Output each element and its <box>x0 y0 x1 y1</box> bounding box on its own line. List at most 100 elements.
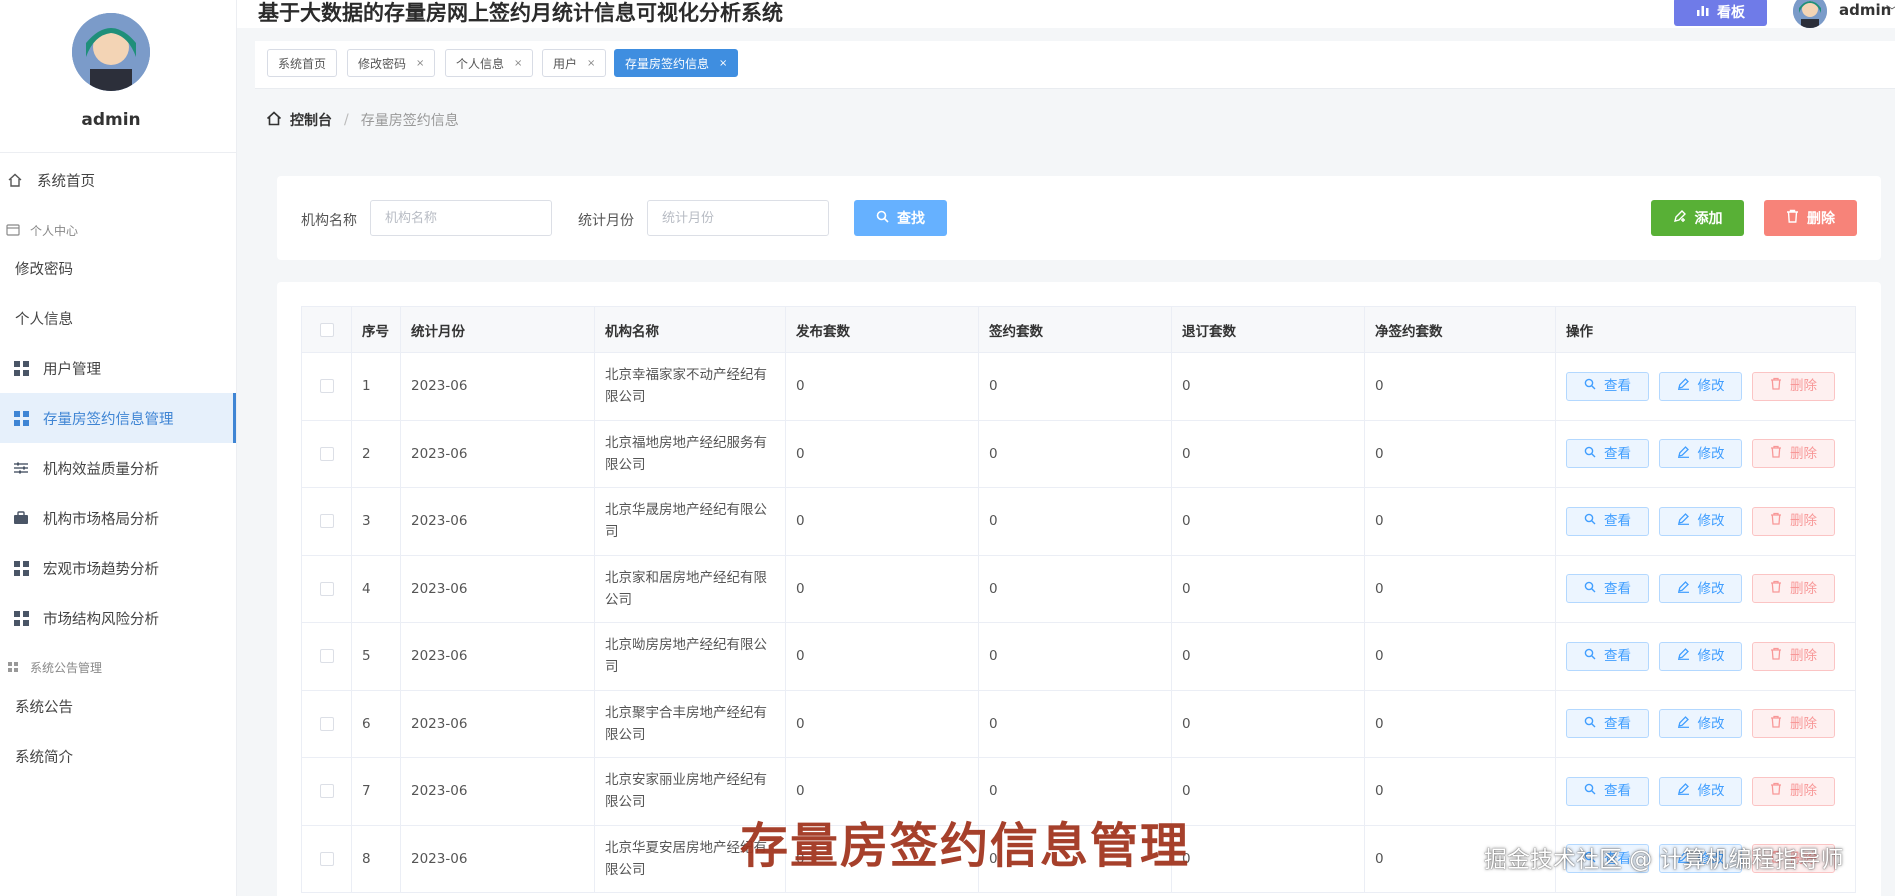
close-icon[interactable]: × <box>416 58 424 69</box>
cancelled-cell: 0 <box>1171 689 1365 758</box>
header-avatar[interactable] <box>1793 0 1827 28</box>
add-button[interactable]: 添加 <box>1651 200 1744 236</box>
sidebar-item-profile[interactable]: 个人信息 <box>0 293 236 343</box>
home-icon[interactable] <box>266 110 282 130</box>
sidebar-item-market-pattern[interactable]: 机构市场格局分析 <box>0 493 236 543</box>
view-button-label: 查看 <box>1604 378 1631 395</box>
net-signed-cell: 0 <box>1364 487 1556 556</box>
trash-icon <box>1770 780 1782 802</box>
row-checkbox[interactable] <box>319 514 334 529</box>
view-button-label: 查看 <box>1604 783 1631 800</box>
row-checkbox[interactable] <box>319 446 334 461</box>
org-name-input[interactable] <box>370 200 552 236</box>
delete-button[interactable]: 删除 <box>1752 506 1835 536</box>
row-checkbox[interactable] <box>319 581 334 596</box>
tag-users[interactable]: 用户 × <box>542 49 607 77</box>
sidebar-group-personal[interactable]: 个人中心 <box>6 218 78 242</box>
delete-button[interactable]: 删除 <box>1752 776 1835 806</box>
close-icon[interactable]: × <box>719 58 727 69</box>
breadcrumb: 控制台 / 存量房签约信息 <box>266 110 459 130</box>
header-username[interactable]: admin <box>1839 1 1891 19</box>
board-button[interactable]: 看板 <box>1674 0 1767 26</box>
edit-button[interactable]: 修改 <box>1659 574 1742 604</box>
view-button[interactable]: 查看 <box>1566 439 1649 469</box>
row-checkbox[interactable] <box>319 716 334 731</box>
row-checkbox[interactable] <box>319 851 334 866</box>
month-input[interactable] <box>647 200 829 236</box>
board-button-label: 看板 <box>1717 5 1745 21</box>
sidebar-item-intro[interactable]: 系统简介 <box>0 731 236 781</box>
add-button-label: 添加 <box>1694 211 1723 227</box>
delete-button[interactable]: 删除 <box>1752 574 1835 604</box>
row-checkbox[interactable] <box>319 784 334 799</box>
org-name-cell: 北京幸福家家不动产经纪有限公司 <box>594 352 786 421</box>
actions-cell: 查看 修改 删除 <box>1555 352 1856 421</box>
sidebar-group-notice[interactable]: 系统公告管理 <box>6 655 102 679</box>
view-button[interactable]: 查看 <box>1566 506 1649 536</box>
sidebar-username: admin <box>81 110 141 130</box>
edit-button[interactable]: 修改 <box>1659 641 1742 671</box>
view-button[interactable]: 查看 <box>1566 641 1649 671</box>
avatar[interactable] <box>72 13 150 91</box>
delete-button-label: 删除 <box>1790 513 1817 530</box>
tags-bar: 系统首页 修改密码 × 个人信息 × 用户 × 存量房签约信息 × <box>255 41 1895 89</box>
delete-button[interactable]: 删除 <box>1752 371 1835 401</box>
edit-button[interactable]: 修改 <box>1659 439 1742 469</box>
row-select-cell <box>301 487 352 556</box>
sidebar-item-label: 系统公告 <box>15 699 73 716</box>
view-button[interactable]: 查看 <box>1566 776 1649 806</box>
view-button[interactable]: 查看 <box>1566 574 1649 604</box>
org-name-cell: 北京呦房房地产经纪有限公司 <box>594 622 786 691</box>
sidebar-item-signing-info[interactable]: 存量房签约信息管理 <box>0 393 236 443</box>
search-icon <box>876 210 889 227</box>
view-button[interactable]: 查看 <box>1566 371 1649 401</box>
grid-icon <box>12 409 30 427</box>
edit-button-label: 修改 <box>1697 648 1725 665</box>
signed-cell: 0 <box>978 554 1172 623</box>
org-name-cell: 北京聚宇合丰房地产经纪有限公司 <box>594 689 786 758</box>
edit-button[interactable]: 修改 <box>1659 506 1742 536</box>
row-select-cell <box>301 622 352 691</box>
edit-button[interactable]: 修改 <box>1659 776 1742 806</box>
edit-icon <box>1677 510 1690 532</box>
sidebar-item-home[interactable]: 系统首页 <box>0 155 236 205</box>
month-cell: 2023-06 <box>400 487 595 556</box>
signed-cell: 0 <box>978 689 1172 758</box>
batch-delete-button[interactable]: 删除 <box>1764 200 1857 236</box>
close-icon[interactable]: × <box>587 58 595 69</box>
sidebar-item-structure-risk[interactable]: 市场结构风险分析 <box>0 593 236 643</box>
column-header: 发布套数 <box>785 306 979 353</box>
tag-profile[interactable]: 个人信息 × <box>445 49 534 77</box>
view-button[interactable]: 查看 <box>1566 709 1649 739</box>
trash-icon <box>1770 713 1782 735</box>
column-header: 退订套数 <box>1171 306 1365 353</box>
row-checkbox[interactable] <box>319 649 334 664</box>
close-icon[interactable]: × <box>514 58 522 69</box>
edit-button-label: 修改 <box>1697 715 1725 732</box>
sidebar-item-notice[interactable]: 系统公告 <box>0 681 236 731</box>
sidebar-item-users[interactable]: 用户管理 <box>0 343 236 393</box>
edit-button[interactable]: 修改 <box>1659 709 1742 739</box>
delete-button[interactable]: 删除 <box>1752 709 1835 739</box>
edit-button[interactable]: 修改 <box>1659 371 1742 401</box>
delete-button[interactable]: 删除 <box>1752 641 1835 671</box>
tag-change-password[interactable]: 修改密码 × <box>347 49 436 77</box>
delete-button-label: 删除 <box>1790 580 1817 597</box>
sidebar-item-efficiency-analysis[interactable]: 机构效益质量分析 <box>0 443 236 493</box>
tag-home[interactable]: 系统首页 <box>267 49 338 77</box>
row-select-cell <box>301 757 352 826</box>
breadcrumb-home[interactable]: 控制台 <box>290 110 332 130</box>
cancelled-cell: 0 <box>1171 824 1365 893</box>
search-button[interactable]: 查找 <box>854 200 947 236</box>
month-cell: 2023-06 <box>400 352 595 421</box>
row-checkbox[interactable] <box>319 379 334 394</box>
select-all-checkbox[interactable] <box>319 322 334 337</box>
published-cell: 0 <box>785 554 979 623</box>
sidebar-item-macro-trend[interactable]: 宏观市场趋势分析 <box>0 543 236 593</box>
delete-button[interactable]: 删除 <box>1752 439 1835 469</box>
sidebar-item-change-password[interactable]: 修改密码 <box>0 243 236 293</box>
home-icon <box>6 171 24 189</box>
chevron-down-icon[interactable]: ﹀ <box>1886 2 1895 19</box>
tag-signing-info[interactable]: 存量房签约信息 × <box>614 49 739 77</box>
sidebar-group-label: 系统公告管理 <box>30 660 103 675</box>
